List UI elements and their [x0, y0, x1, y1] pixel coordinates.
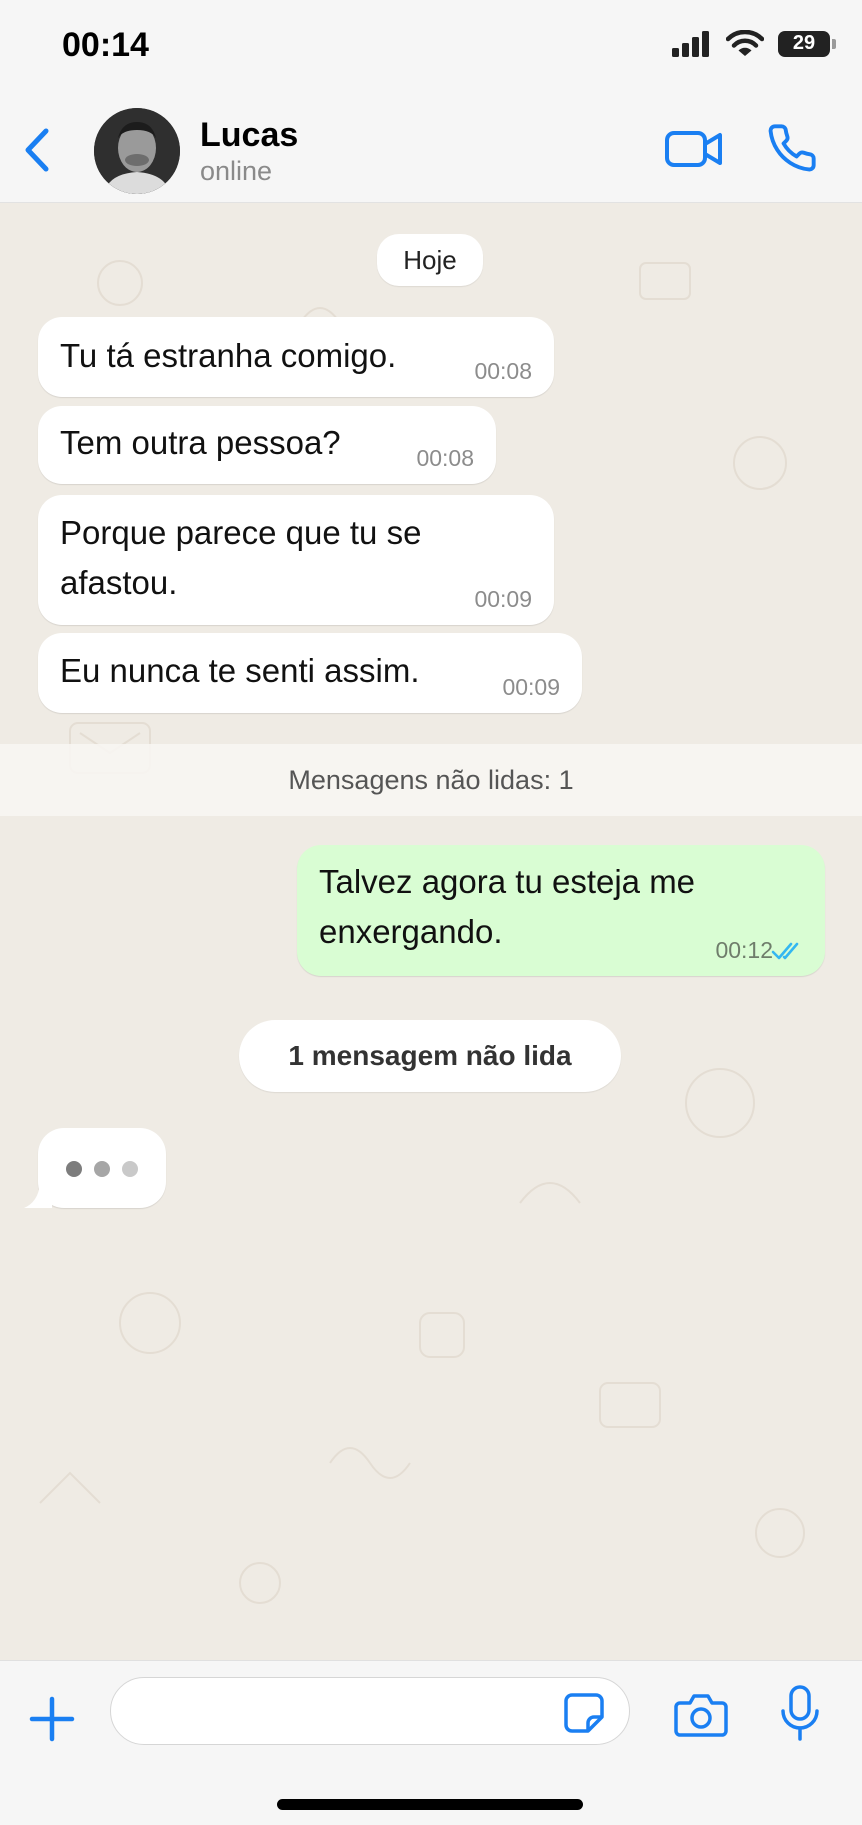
message-text: Eu nunca te senti assim. — [60, 652, 420, 689]
typing-indicator — [24, 1128, 166, 1208]
chat-header: Lucas online — [0, 100, 862, 203]
outgoing-message[interactable]: Talvez agora tu esteja me enxergando. 00… — [297, 845, 825, 976]
message-text: enxergando. — [319, 913, 503, 950]
incoming-message[interactable]: Porque parece que tu se afastou. 00:09 — [38, 495, 554, 625]
read-receipt-icon — [771, 942, 799, 960]
sticker-icon — [564, 1693, 604, 1733]
wifi-icon — [726, 30, 764, 56]
incoming-message[interactable]: Eu nunca te senti assim. 00:09 — [38, 633, 582, 713]
status-icons: 29 — [672, 30, 836, 58]
back-button[interactable] — [14, 122, 58, 178]
avatar[interactable] — [94, 108, 180, 194]
date-separator: Hoje — [377, 234, 483, 286]
avatar-photo — [94, 108, 180, 194]
message-text: afastou. — [60, 564, 178, 601]
phone-icon — [768, 124, 816, 172]
message-input[interactable] — [110, 1677, 630, 1745]
bubble-tail — [24, 1180, 52, 1208]
message-time: 00:08 — [416, 445, 474, 471]
chat-area[interactable]: Hoje Tu tá estranha comigo. 00:08 Tem ou… — [0, 203, 862, 1660]
incoming-message[interactable]: Tu tá estranha comigo. 00:08 — [38, 317, 554, 397]
battery-level: 29 — [792, 32, 816, 54]
home-indicator[interactable] — [277, 1799, 583, 1810]
message-time: 00:09 — [502, 674, 560, 700]
unread-count-pill[interactable]: 1 mensagem não lida — [239, 1020, 621, 1092]
camera-button[interactable] — [674, 1691, 728, 1737]
sticker-button[interactable] — [562, 1691, 606, 1735]
microphone-icon — [781, 1685, 819, 1741]
incoming-message[interactable]: Tem outra pessoa? 00:08 — [38, 406, 496, 484]
message-text: Porque parece que tu se — [60, 514, 422, 551]
message-time: 00:08 — [474, 358, 532, 384]
signal-icon — [672, 31, 709, 57]
battery-icon: 29 — [778, 31, 836, 57]
message-text: Tu tá estranha comigo. — [60, 337, 397, 374]
voice-call-button[interactable] — [766, 120, 818, 176]
camera-icon — [674, 1694, 728, 1737]
status-time: 00:14 — [62, 26, 149, 64]
contact-status: online — [200, 156, 273, 186]
message-time: 00:12 — [715, 937, 773, 963]
typing-dot — [66, 1161, 82, 1177]
message-time: 00:09 — [474, 586, 532, 612]
video-call-button[interactable] — [664, 124, 724, 174]
typing-dot — [94, 1161, 110, 1177]
chevron-left-icon — [25, 128, 49, 172]
status-bar: 00:14 29 — [0, 0, 862, 100]
microphone-button[interactable] — [780, 1685, 820, 1741]
attach-button[interactable] — [28, 1695, 76, 1743]
contact-name[interactable]: Lucas — [200, 116, 298, 155]
message-text: Tem outra pessoa? — [60, 424, 341, 461]
message-text: Talvez agora tu esteja me — [319, 863, 696, 900]
typing-dot — [122, 1161, 138, 1177]
video-camera-icon — [665, 131, 722, 167]
unread-messages-banner: Mensagens não lidas: 1 — [0, 744, 862, 816]
input-bar — [0, 1660, 862, 1825]
plus-icon — [29, 1696, 75, 1742]
